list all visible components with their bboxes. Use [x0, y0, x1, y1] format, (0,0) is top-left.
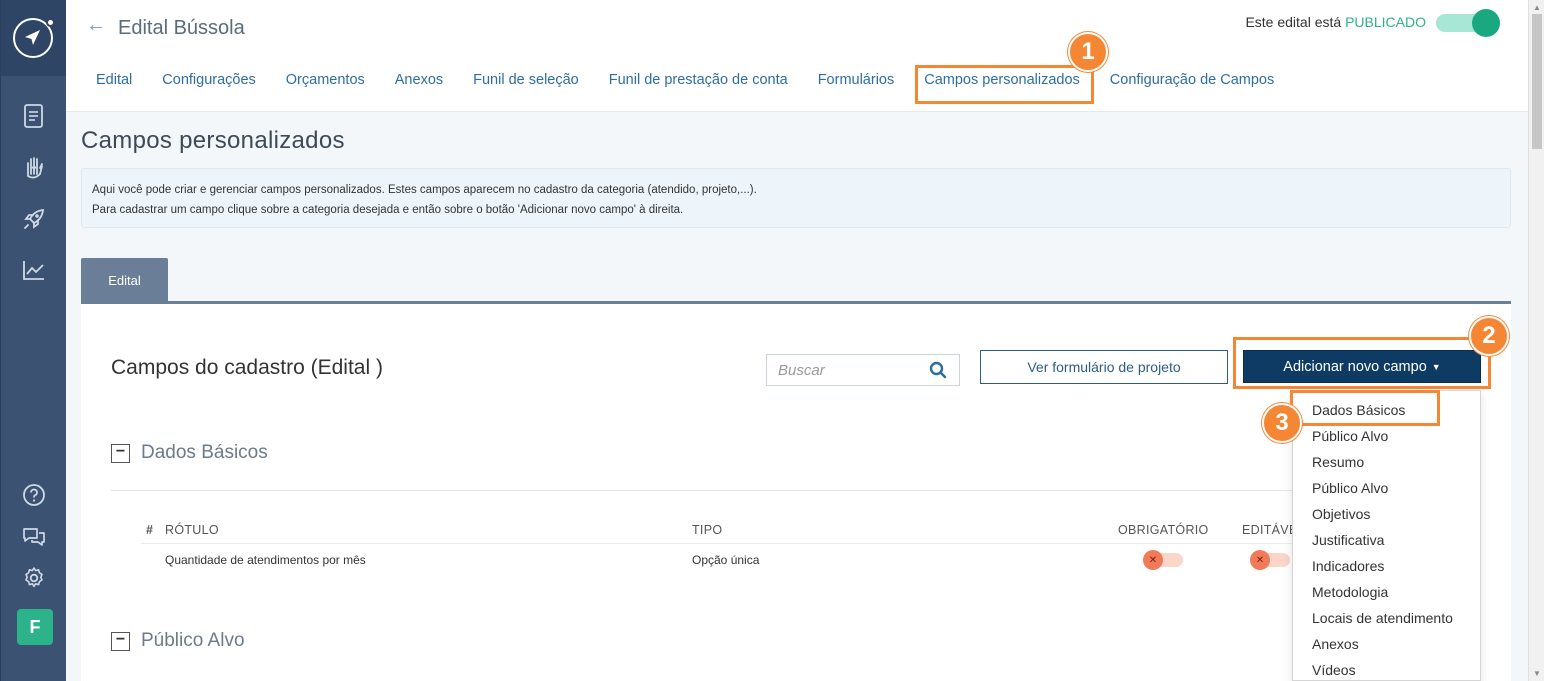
field-label-cell: Quantidade de atendimentos por mês: [165, 553, 366, 567]
avatar[interactable]: F: [17, 609, 53, 645]
dropdown-item-locais[interactable]: Locais de atendimento: [1312, 610, 1453, 626]
info-line-2: Para cadastrar um campo clique sobre a c…: [92, 204, 684, 216]
group-publico-alvo[interactable]: − Público Alvo: [111, 630, 245, 652]
column-header-number: #: [146, 523, 154, 537]
tab-configuracao-campos[interactable]: Configuração de Campos: [1110, 72, 1274, 88]
dropdown-item-publico-alvo-2[interactable]: Público Alvo: [1312, 480, 1388, 496]
rocket-icon[interactable]: [19, 204, 49, 234]
dropdown-item-videos[interactable]: Vídeos: [1312, 662, 1356, 678]
scroll-thumb[interactable]: [1532, 14, 1542, 149]
group-label: Público Alvo: [141, 630, 245, 651]
dropdown-item-metodologia[interactable]: Metodologia: [1312, 584, 1388, 600]
divider: [111, 490, 1381, 491]
gear-icon[interactable]: [19, 563, 49, 593]
highlight-tab: [915, 65, 1094, 104]
hand-heart-icon[interactable]: [19, 152, 49, 182]
search-icon[interactable]: [929, 361, 947, 379]
chart-icon[interactable]: [19, 255, 49, 285]
dropdown-item-justificativa[interactable]: Justificativa: [1312, 532, 1384, 548]
scrollbar[interactable]: ▲ ▼: [1528, 0, 1544, 681]
x-icon: ✕: [1250, 550, 1270, 570]
info-box: Aqui você pode criar e gerenciar campos …: [81, 168, 1511, 228]
tab-orcamentos[interactable]: Orçamentos: [286, 72, 365, 88]
back-arrow-icon[interactable]: ←: [86, 14, 106, 37]
scroll-up-icon[interactable]: ▲: [1533, 3, 1541, 12]
compass-icon[interactable]: [13, 18, 55, 58]
section-title: Campos personalizados: [81, 127, 345, 154]
step-badge-3: 3: [1262, 403, 1302, 443]
highlight-add-button: [1233, 337, 1491, 389]
collapse-icon[interactable]: −: [111, 443, 130, 463]
tab-formularios[interactable]: Formulários: [818, 72, 895, 88]
step-badge-1: 1: [1068, 32, 1108, 72]
chat-icon[interactable]: [19, 521, 49, 551]
editable-toggle[interactable]: ✕: [1250, 550, 1290, 570]
search-input[interactable]: [767, 355, 917, 385]
group-label: Dados Básicos: [141, 442, 268, 463]
highlight-dropdown-item: [1290, 390, 1440, 426]
step-badge-2: 2: [1469, 316, 1509, 356]
tab-funil-prestacao[interactable]: Funil de prestação de conta: [609, 72, 788, 88]
dropdown-item-publico-alvo[interactable]: Público Alvo: [1312, 428, 1388, 444]
column-header-label: RÓTULO: [165, 523, 219, 537]
document-icon[interactable]: [19, 101, 49, 131]
tabs: Edital Configurações Orçamentos Anexos F…: [96, 72, 1304, 88]
dropdown-item-objetivos[interactable]: Objetivos: [1312, 506, 1370, 522]
panel-title: Campos do cadastro (Edital ): [111, 356, 383, 379]
dropdown-item-indicadores[interactable]: Indicadores: [1312, 558, 1384, 574]
info-line-1: Aqui você pode criar e gerenciar campos …: [92, 184, 757, 196]
required-toggle[interactable]: ✕: [1143, 550, 1183, 570]
sidebar: F: [0, 0, 67, 681]
column-header-required: OBRIGATÓRIO: [1118, 523, 1209, 537]
column-header-editable: EDITÁVE: [1242, 523, 1298, 537]
column-header-type: TIPO: [692, 523, 723, 537]
collapse-icon[interactable]: −: [111, 631, 130, 651]
tab-edital[interactable]: Edital: [96, 72, 132, 88]
publish-status: Este edital está PUBLICADO: [1245, 14, 1426, 30]
header: ← Edital Bússola Este edital está PUBLIC…: [66, 0, 1528, 112]
search-box: [766, 354, 960, 386]
view-form-button[interactable]: Ver formulário de projeto: [980, 350, 1228, 384]
add-field-dropdown: Dados Básicos Público Alvo Resumo Públic…: [1292, 390, 1481, 681]
toggle-knob: [1472, 9, 1500, 37]
dropdown-item-resumo[interactable]: Resumo: [1312, 454, 1364, 470]
tab-configuracoes[interactable]: Configurações: [162, 72, 256, 88]
publish-toggle[interactable]: [1436, 9, 1500, 37]
scroll-down-icon[interactable]: ▼: [1533, 669, 1541, 678]
x-icon: ✕: [1143, 550, 1163, 570]
tab-anexos[interactable]: Anexos: [395, 72, 443, 88]
logo-area: [1, 0, 67, 76]
page-title: Edital Bússola: [118, 17, 245, 39]
status-prefix: Este edital está: [1245, 14, 1342, 30]
status-value: PUBLICADO: [1345, 14, 1426, 30]
dropdown-item-anexos[interactable]: Anexos: [1312, 636, 1359, 652]
group-dados-basicos[interactable]: − Dados Básicos: [111, 442, 268, 464]
tab-funil-selecao[interactable]: Funil de seleção: [473, 72, 579, 88]
field-type-cell: Opção única: [692, 553, 760, 567]
row-divider: [141, 543, 1381, 544]
help-icon[interactable]: [19, 480, 49, 510]
category-tab-edital[interactable]: Edital: [81, 258, 168, 302]
